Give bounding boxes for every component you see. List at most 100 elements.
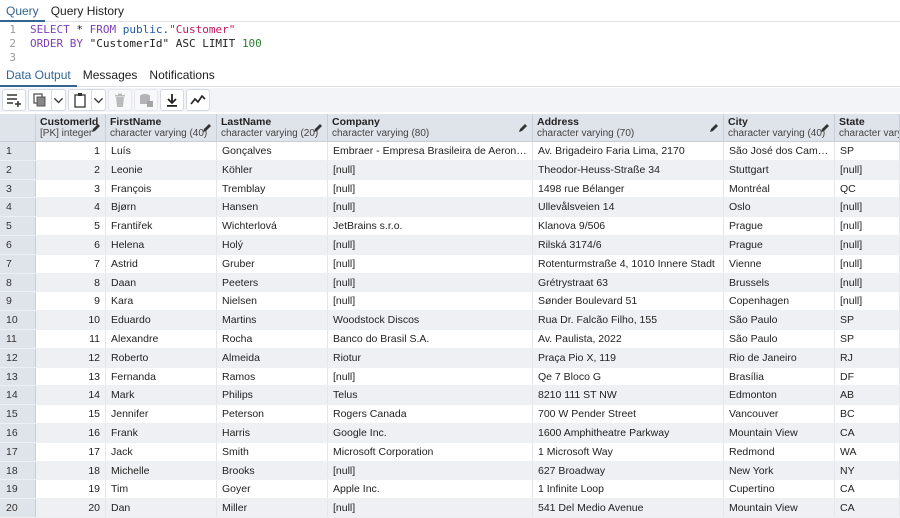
state-cell[interactable]: [null] xyxy=(835,217,900,235)
city-cell[interactable]: Vancouver xyxy=(724,405,835,423)
city-cell[interactable]: Oslo xyxy=(724,198,835,217)
column-header-company[interactable]: Company character varying (80) xyxy=(328,114,533,141)
firstname-cell[interactable]: Michelle xyxy=(106,461,217,480)
table-row[interactable]: 10 10 Eduardo Martins Woodstock Discos Rua Dr… xyxy=(0,311,900,330)
company-cell[interactable]: Rogers Canada xyxy=(328,405,533,423)
row-number[interactable]: 10 xyxy=(0,311,36,329)
state-cell[interactable]: WA xyxy=(835,442,900,461)
firstname-cell[interactable]: Mark xyxy=(106,386,217,405)
city-cell[interactable]: Edmonton xyxy=(724,386,835,405)
firstname-cell[interactable]: Luís xyxy=(106,142,217,160)
city-cell[interactable]: Stuttgart xyxy=(724,160,835,179)
company-cell[interactable]: JetBrains s.r.o. xyxy=(328,217,533,235)
row-number[interactable]: 5 xyxy=(0,217,36,235)
customerid-cell[interactable]: 11 xyxy=(36,329,106,348)
lastname-cell[interactable]: Peterson xyxy=(217,405,328,423)
address-cell[interactable]: 8210 111 ST NW xyxy=(533,386,724,405)
firstname-cell[interactable]: Tim xyxy=(106,480,217,499)
table-row[interactable]: 17 17 Jack Smith Microsoft Corporation 1 Micr… xyxy=(0,442,900,462)
row-number[interactable]: 16 xyxy=(0,423,36,442)
address-cell[interactable]: 700 W Pender Street xyxy=(533,405,724,423)
paste-button[interactable] xyxy=(68,89,92,111)
state-cell[interactable]: [null] xyxy=(835,235,900,254)
company-cell[interactable]: Banco do Brasil S.A. xyxy=(328,329,533,348)
download-button[interactable] xyxy=(160,89,184,111)
firstname-cell[interactable]: Helena xyxy=(106,235,217,254)
table-row[interactable]: 5 5 Frantiřek Wichterlová JetBrains s.r.o. Kl… xyxy=(0,217,900,236)
customerid-cell[interactable]: 12 xyxy=(36,348,106,367)
address-cell[interactable]: 627 Broadway xyxy=(533,461,724,480)
row-number[interactable]: 11 xyxy=(0,329,36,348)
lastname-cell[interactable]: Martins xyxy=(217,311,328,329)
customerid-cell[interactable]: 5 xyxy=(36,217,106,235)
city-cell[interactable]: Mountain View xyxy=(724,499,835,517)
customerid-cell[interactable]: 8 xyxy=(36,273,106,292)
customerid-cell[interactable]: 7 xyxy=(36,254,106,273)
city-cell[interactable]: Copenhagen xyxy=(724,292,835,311)
row-number[interactable]: 13 xyxy=(0,367,36,386)
company-cell[interactable]: [null] xyxy=(328,179,533,198)
address-cell[interactable]: Av. Brigadeiro Faria Lima, 2170 xyxy=(533,142,724,160)
customerid-cell[interactable]: 18 xyxy=(36,461,106,480)
customerid-cell[interactable]: 19 xyxy=(36,480,106,499)
lastname-cell[interactable]: Holý xyxy=(217,235,328,254)
table-row[interactable]: 16 16 Frank Harris Google Inc. 1600 Amphithea… xyxy=(0,423,900,443)
lastname-cell[interactable]: Peeters xyxy=(217,273,328,292)
address-cell[interactable]: Av. Paulista, 2022 xyxy=(533,329,724,348)
firstname-cell[interactable]: Frank xyxy=(106,423,217,442)
lastname-cell[interactable]: Wichterlová xyxy=(217,217,328,235)
save-data-button[interactable] xyxy=(134,89,158,111)
address-cell[interactable]: Sønder Boulevard 51 xyxy=(533,292,724,311)
row-number[interactable]: 15 xyxy=(0,405,36,423)
company-cell[interactable]: Woodstock Discos xyxy=(328,311,533,329)
address-cell[interactable]: 1600 Amphitheatre Parkway xyxy=(533,423,724,442)
customerid-cell[interactable]: 16 xyxy=(36,423,106,442)
lastname-cell[interactable]: Ramos xyxy=(217,367,328,386)
lastname-cell[interactable]: Harris xyxy=(217,423,328,442)
firstname-cell[interactable]: Bjørn xyxy=(106,198,217,217)
tab-data-output[interactable]: Data Output xyxy=(0,65,77,87)
address-cell[interactable]: Praça Pio X, 119 xyxy=(533,348,724,367)
column-header-lastname[interactable]: LastName character varying (20) xyxy=(217,114,328,141)
city-cell[interactable]: Brussels xyxy=(724,273,835,292)
row-number[interactable]: 3 xyxy=(0,179,36,198)
lastname-cell[interactable]: Tremblay xyxy=(217,179,328,198)
add-row-button[interactable] xyxy=(2,89,26,111)
table-row[interactable]: 8 8 Daan Peeters [null] Grétrystraat 63 Brusse… xyxy=(0,273,900,293)
state-cell[interactable]: DF xyxy=(835,367,900,386)
row-number[interactable]: 4 xyxy=(0,198,36,217)
firstname-cell[interactable]: Leonie xyxy=(106,160,217,179)
column-header-customerid[interactable]: CustomerId [PK] integer xyxy=(36,114,106,141)
state-cell[interactable]: [null] xyxy=(835,198,900,217)
row-number[interactable]: 19 xyxy=(0,480,36,499)
company-cell[interactable]: Apple Inc. xyxy=(328,480,533,499)
lastname-cell[interactable]: Miller xyxy=(217,499,328,517)
lastname-cell[interactable]: Hansen xyxy=(217,198,328,217)
tab-query[interactable]: Query xyxy=(0,0,45,22)
customerid-cell[interactable]: 17 xyxy=(36,442,106,461)
column-header-state[interactable]: State character varying (40) xyxy=(835,114,900,141)
table-row[interactable]: 20 20 Dan Miller [null] 541 Del Medio Avenue M… xyxy=(0,499,900,518)
customerid-cell[interactable]: 14 xyxy=(36,386,106,405)
tab-notifications[interactable]: Notifications xyxy=(143,65,220,87)
tab-query-history[interactable]: Query History xyxy=(45,0,130,22)
address-cell[interactable]: Rilská 3174/6 xyxy=(533,235,724,254)
state-cell[interactable]: BC xyxy=(835,405,900,423)
row-number[interactable]: 9 xyxy=(0,292,36,311)
state-cell[interactable]: NY xyxy=(835,461,900,480)
row-number[interactable]: 1 xyxy=(0,142,36,160)
city-cell[interactable]: São Paulo xyxy=(724,311,835,329)
tab-messages[interactable]: Messages xyxy=(77,65,144,87)
company-cell[interactable]: Microsoft Corporation xyxy=(328,442,533,461)
city-cell[interactable]: Prague xyxy=(724,235,835,254)
state-cell[interactable]: [null] xyxy=(835,254,900,273)
table-row[interactable]: 19 19 Tim Goyer Apple Inc. 1 Infinite Loop Cup… xyxy=(0,480,900,500)
firstname-cell[interactable]: Astrid xyxy=(106,254,217,273)
table-row[interactable]: 6 6 Helena Holý [null] Rilská 3174/6 Prague [nu… xyxy=(0,235,900,255)
city-cell[interactable]: New York xyxy=(724,461,835,480)
city-cell[interactable]: Montréal xyxy=(724,179,835,198)
column-header-address[interactable]: Address character varying (70) xyxy=(533,114,724,141)
address-cell[interactable]: Rotenturmstraße 4, 1010 Innere Stadt xyxy=(533,254,724,273)
row-number[interactable]: 20 xyxy=(0,499,36,517)
address-cell[interactable]: Theodor-Heuss-Straße 34 xyxy=(533,160,724,179)
